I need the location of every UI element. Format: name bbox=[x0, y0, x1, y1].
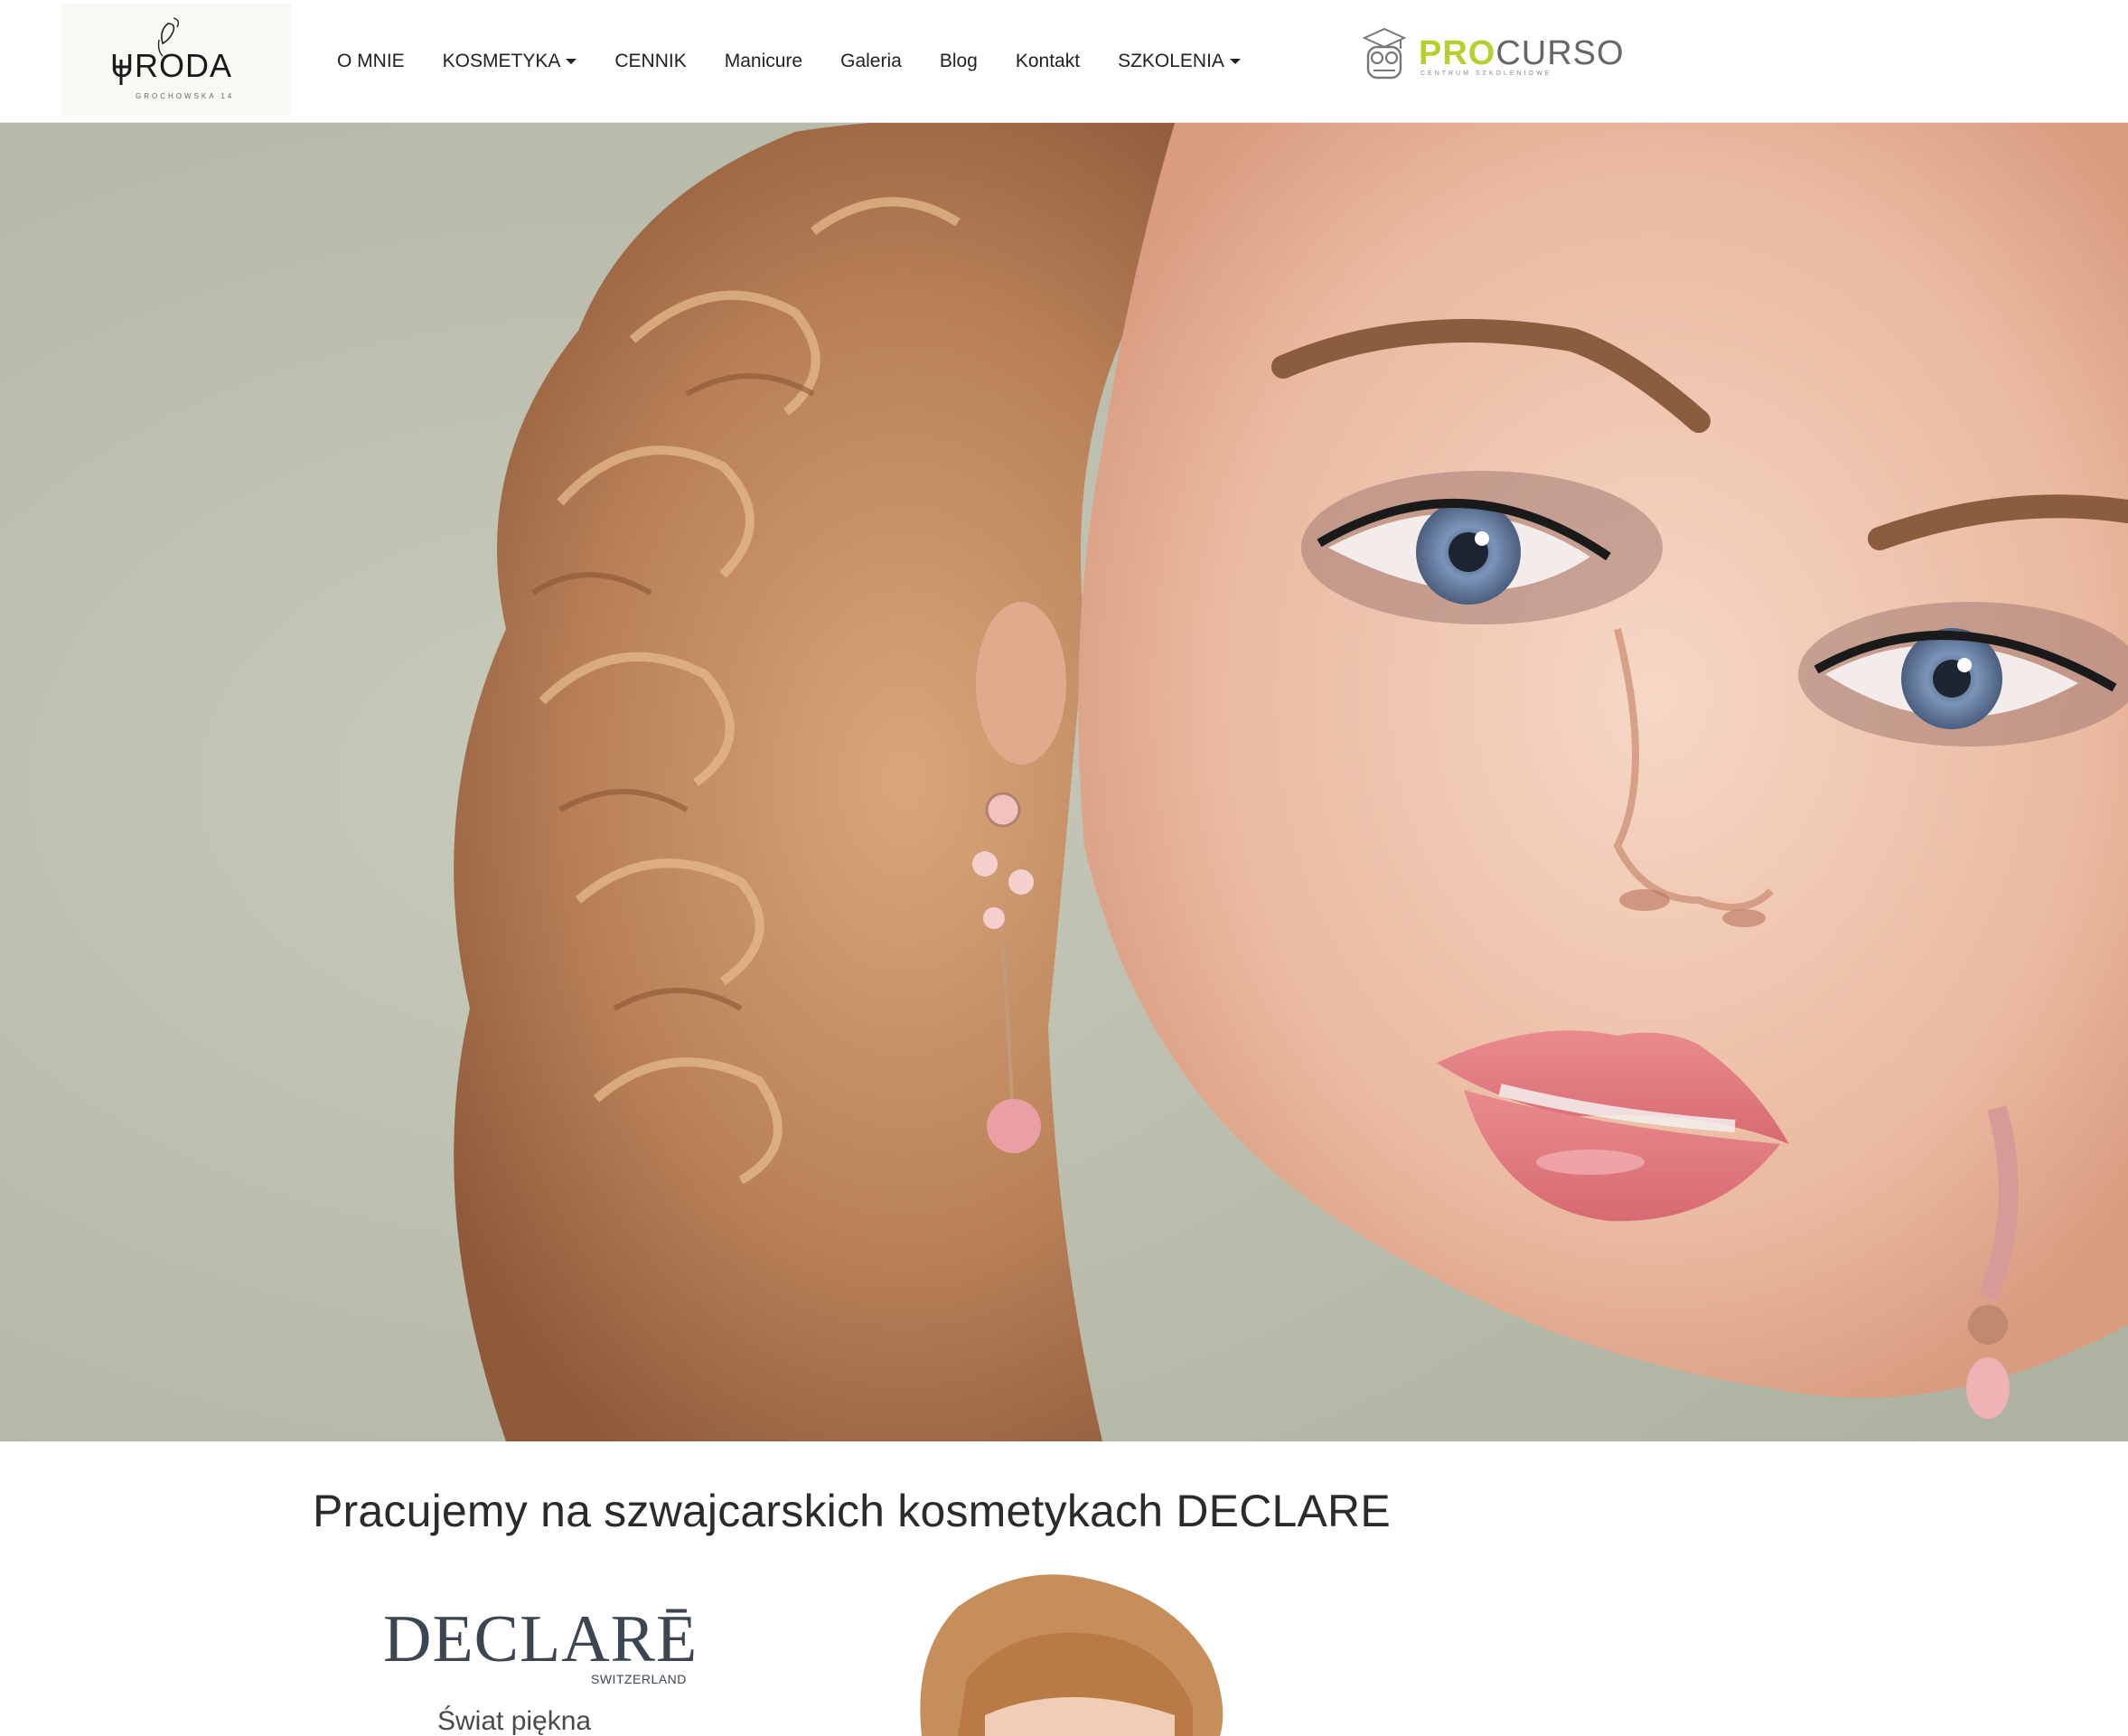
nav-label: Galeria bbox=[840, 51, 902, 71]
procurso-name-curso: CURSO bbox=[1495, 34, 1625, 72]
declare-model-photo bbox=[904, 1571, 1283, 1736]
nav-label: Kontakt bbox=[1015, 51, 1081, 71]
section-heading: Pracujemy na szwajcarskich kosmetykach D… bbox=[313, 1486, 1391, 1536]
declare-name: DECLARĒ bbox=[383, 1602, 698, 1676]
brand-tagline: GROCHOWSKA 14 bbox=[136, 92, 235, 100]
nav-label: KOSMETYKA bbox=[442, 51, 561, 71]
hero-banner-image bbox=[0, 123, 2128, 1441]
procurso-logo[interactable]: PROCURSO CENTRUM SZKOLENIOWE bbox=[1361, 27, 1624, 85]
owl-graduate-icon bbox=[1362, 27, 1407, 80]
declare-country: SWITZERLAND bbox=[591, 1672, 687, 1686]
nav-item-szkolenia[interactable]: SZKOLENIA bbox=[1099, 34, 1260, 89]
declare-tagline: Świat piękna bbox=[437, 1706, 592, 1736]
model-portrait-illustration bbox=[904, 1571, 1283, 1736]
nav-item-o-mnie[interactable]: O MNIE bbox=[318, 34, 424, 89]
procurso-name-pro: PRO bbox=[1419, 34, 1496, 72]
nav-label: Manicure bbox=[724, 51, 803, 71]
nav-label: SZKOLENIA bbox=[1118, 51, 1224, 71]
nav-item-cennik[interactable]: CENNIK bbox=[595, 34, 705, 89]
nav-label: O MNIE bbox=[337, 51, 405, 71]
top-navbar: URODA GROCHOWSKA 14 O MNIE KOSMETYKA CEN… bbox=[0, 0, 2128, 123]
procurso-subtitle: CENTRUM SZKOLENIOWE bbox=[1420, 70, 1552, 77]
caret-down-icon bbox=[566, 59, 577, 64]
main-nav: O MNIE KOSMETYKA CENNIK Manicure Galeria… bbox=[318, 0, 1260, 123]
nav-item-kosmetyka[interactable]: KOSMETYKA bbox=[424, 34, 596, 89]
caret-down-icon bbox=[1229, 59, 1241, 64]
hero-portrait-illustration bbox=[0, 123, 2128, 1441]
declare-brand-logo: DECLARĒ SWITZERLAND Świat piękna bbox=[361, 1563, 741, 1736]
nav-item-manicure[interactable]: Manicure bbox=[706, 34, 821, 89]
brand-name: URODA bbox=[110, 47, 233, 84]
procurso-name: PROCURSO bbox=[1419, 34, 1625, 73]
nav-label: CENNIK bbox=[614, 51, 687, 71]
brand-logo[interactable]: URODA GROCHOWSKA 14 bbox=[61, 4, 291, 116]
nav-item-kontakt[interactable]: Kontakt bbox=[997, 34, 1099, 89]
nav-item-galeria[interactable]: Galeria bbox=[821, 34, 921, 89]
nav-item-blog[interactable]: Blog bbox=[921, 34, 997, 89]
nav-label: Blog bbox=[939, 51, 978, 71]
